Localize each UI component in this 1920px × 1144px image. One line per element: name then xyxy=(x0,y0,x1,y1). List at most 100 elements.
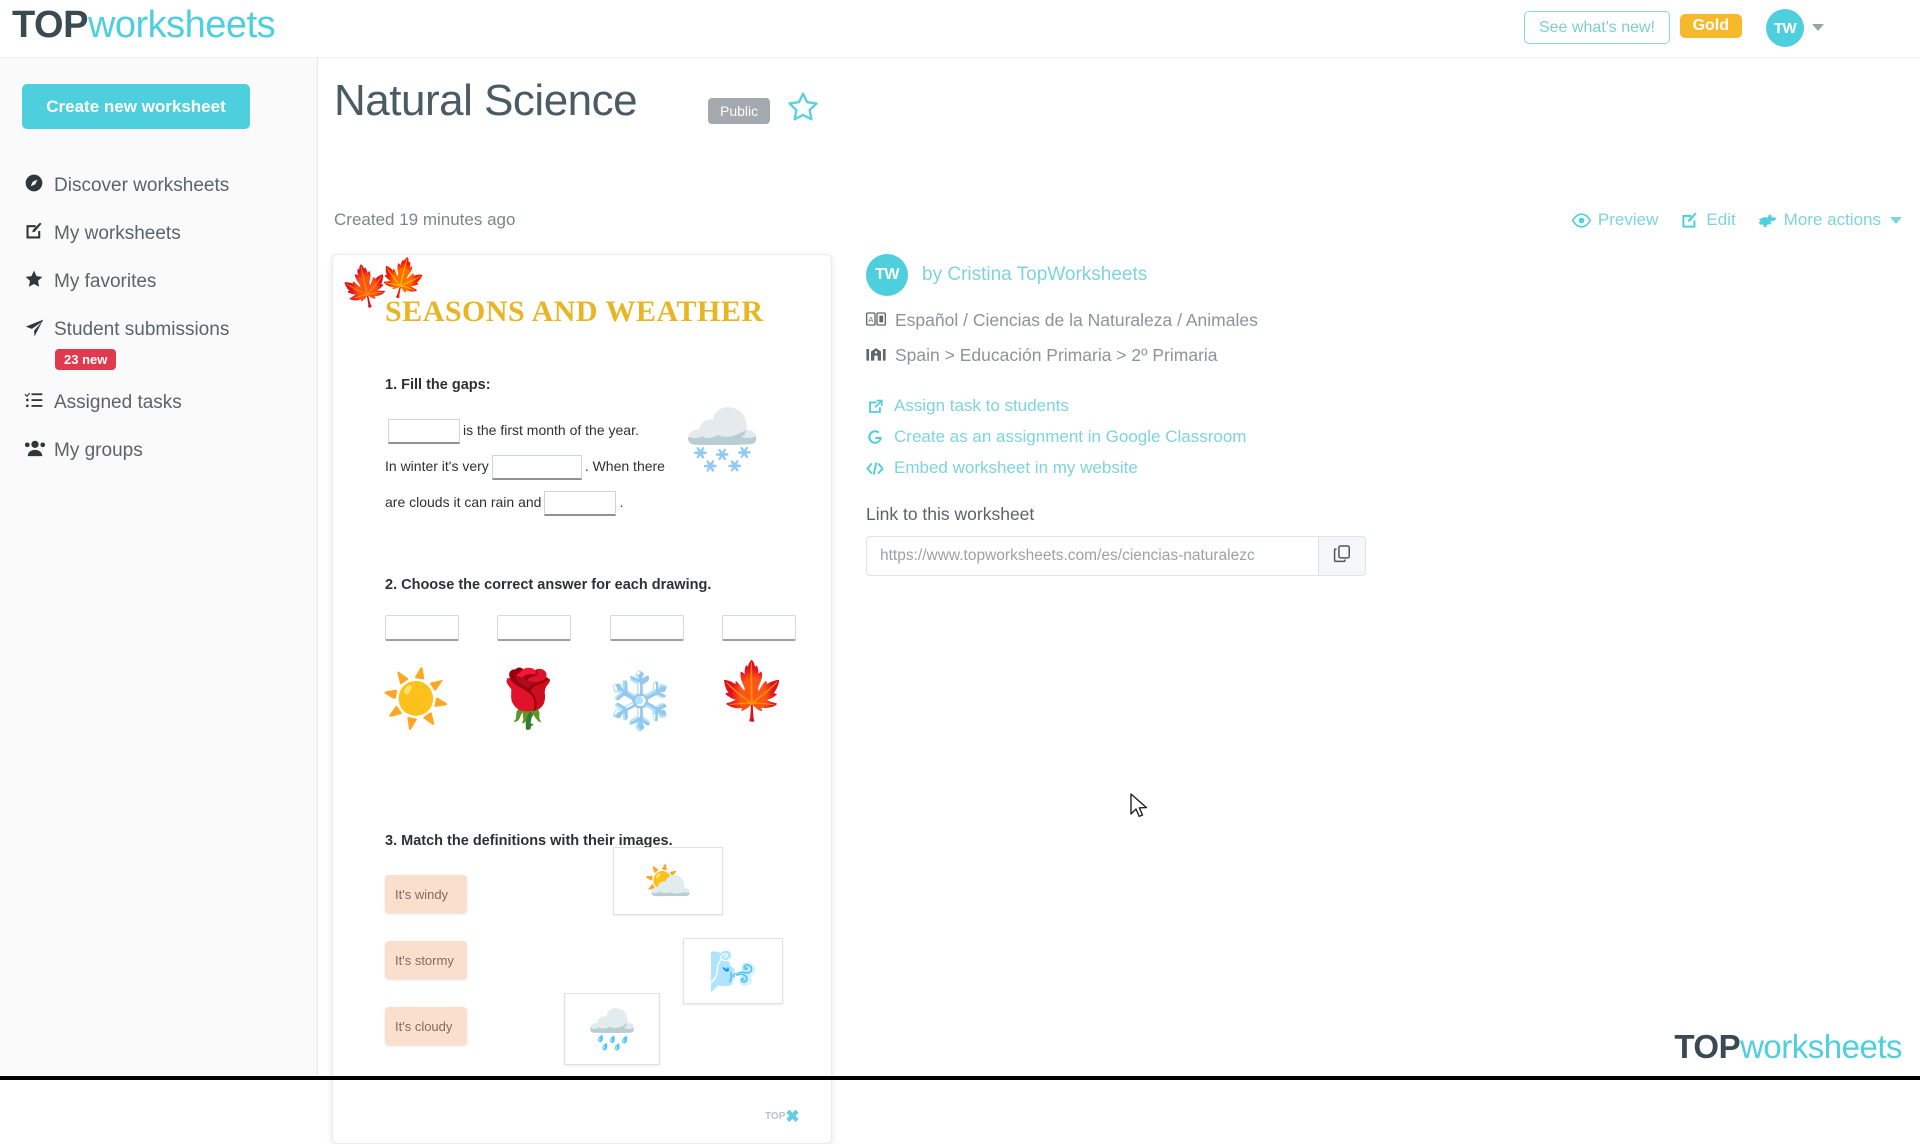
sidebar-nav: Discover worksheets My worksheets My fav… xyxy=(0,163,318,476)
fill-gap-input[interactable] xyxy=(544,491,616,516)
watermark-top-text: TOP xyxy=(1674,1028,1740,1065)
sidebar-item-assigned-tasks[interactable]: Assigned tasks xyxy=(0,380,318,428)
assign-task-label: Assign task to students xyxy=(894,396,1069,416)
create-new-worksheet-button[interactable]: Create new worksheet xyxy=(22,84,250,129)
assign-task-link[interactable]: Assign task to students xyxy=(866,396,1566,416)
school-building-icon xyxy=(866,346,886,366)
language-icon: A xyxy=(866,312,886,330)
embed-worksheet-label: Embed worksheet in my website xyxy=(894,458,1138,478)
author-name-link[interactable]: by Cristina TopWorksheets xyxy=(922,264,1147,286)
copy-link-button[interactable] xyxy=(1318,536,1366,576)
logo-top-text: TOP xyxy=(12,4,88,46)
page-title: Natural Science xyxy=(334,76,637,126)
worksheet-preview-card[interactable]: 🍁 🍁 SEASONS AND WEATHER 1. Fill the gaps… xyxy=(332,254,832,1144)
sidebar-item-my-favorites[interactable]: My favorites xyxy=(0,259,318,307)
sidebar-item-label: My worksheets xyxy=(54,221,181,247)
more-actions-chevron-down-icon[interactable] xyxy=(1890,217,1902,224)
bottom-screen-edge xyxy=(0,1076,1920,1080)
people-group-icon xyxy=(24,438,54,466)
more-actions-button[interactable]: More actions xyxy=(1758,210,1902,230)
edit-button[interactable]: Edit xyxy=(1680,210,1735,230)
worksheet-q1-heading: 1. Fill the gaps: xyxy=(385,377,491,393)
sidebar-item-my-worksheets[interactable]: My worksheets xyxy=(0,211,318,259)
top-header-bar: TOPworksheets See what's new! Gold TW xyxy=(0,0,1920,58)
edit-label: Edit xyxy=(1706,210,1735,230)
edit-square-icon xyxy=(24,221,54,249)
sidebar-item-label: Student submissions xyxy=(54,317,229,343)
external-link-icon xyxy=(866,398,884,415)
worksheet-footer-mark: TOP✖ xyxy=(765,1107,800,1127)
worksheet-q1-line2: In winter it's very . When there xyxy=(385,455,665,480)
wind-cloud-icon[interactable]: 🌬️ xyxy=(683,938,783,1004)
fill-gap-input[interactable] xyxy=(492,455,582,480)
meta-subject-text: Español / Ciencias de la Naturaleza / An… xyxy=(895,310,1258,331)
sidebar-item-label: My groups xyxy=(54,438,143,464)
worksheet-actions: Preview Edit More actions xyxy=(1572,210,1902,230)
gear-icon xyxy=(1758,211,1777,230)
meta-subject-row: A Español / Ciencias de la Naturaleza / … xyxy=(866,310,1566,331)
task-list-icon xyxy=(24,390,54,418)
sidebar-item-label: My favorites xyxy=(54,269,156,295)
google-classroom-link[interactable]: Create as an assignment in Google Classr… xyxy=(866,427,1566,447)
cloud-snow-icon: 🌨️ xyxy=(683,410,760,472)
worksheet-page: 🍁 🍁 SEASONS AND WEATHER 1. Fill the gaps… xyxy=(333,255,832,1144)
preview-button[interactable]: Preview xyxy=(1572,210,1658,230)
sidebar-item-discover-worksheets[interactable]: Discover worksheets xyxy=(0,163,318,211)
q1-line1-text: is the first month of the year. xyxy=(463,422,639,438)
star-filled-icon xyxy=(24,269,54,297)
sidebar: Create new worksheet Discover worksheets… xyxy=(0,58,318,1080)
paper-plane-icon xyxy=(24,317,54,346)
student-submissions-new-badge: 23 new xyxy=(55,349,116,370)
main-content: Natural Science Public Created 19 minute… xyxy=(318,58,1920,1080)
sidebar-item-label: Assigned tasks xyxy=(54,390,182,416)
definition-chip[interactable]: It's windy xyxy=(385,875,467,913)
worksheet-url-group xyxy=(866,536,1366,576)
meta-level-text: Spain > Educación Primaria > 2º Primaria xyxy=(895,345,1218,366)
sidebar-item-my-groups[interactable]: My groups xyxy=(0,428,318,476)
see-whats-new-button[interactable]: See what's new! xyxy=(1524,11,1670,44)
worksheet-info-panel: TW by Cristina TopWorksheets A Español /… xyxy=(866,254,1566,576)
eye-icon xyxy=(1572,213,1591,228)
more-actions-label: More actions xyxy=(1784,210,1881,230)
sun-icon: ☀️ xyxy=(381,671,451,727)
worksheet-footer-text: TOP xyxy=(765,1111,785,1122)
sidebar-item-student-submissions[interactable]: Student submissions 23 new xyxy=(0,307,318,380)
sun-behind-cloud-icon[interactable]: ⛅ xyxy=(613,847,723,915)
page-watermark-logo: TOPworksheets xyxy=(1674,1028,1902,1066)
answer-input[interactable] xyxy=(722,615,796,641)
embed-worksheet-link[interactable]: Embed worksheet in my website xyxy=(866,458,1566,478)
watermark-worksheets-text: worksheets xyxy=(1740,1028,1902,1065)
edit-square-icon xyxy=(1680,211,1699,230)
author-row: TW by Cristina TopWorksheets xyxy=(866,254,1566,296)
user-menu-chevron-down-icon[interactable] xyxy=(1812,24,1824,31)
fill-gap-input[interactable] xyxy=(388,419,460,444)
worksheet-title: SEASONS AND WEATHER xyxy=(385,295,764,329)
worksheet-url-input[interactable] xyxy=(866,536,1318,576)
sidebar-item-label: Discover worksheets xyxy=(54,173,229,199)
q1-line2-post: . When there xyxy=(585,458,665,474)
logo-worksheets-text: worksheets xyxy=(88,4,275,46)
link-to-worksheet-label: Link to this worksheet xyxy=(866,504,1566,525)
author-avatar: TW xyxy=(866,254,908,296)
q1-line2-pre: In winter it's very xyxy=(385,458,489,474)
code-tags-icon xyxy=(866,461,884,476)
svg-text:A: A xyxy=(868,314,873,323)
copy-icon xyxy=(1333,544,1352,568)
app-logo[interactable]: TOPworksheets xyxy=(12,4,275,47)
favorite-star-icon[interactable] xyxy=(786,90,820,124)
answer-input[interactable] xyxy=(385,615,459,641)
definition-chip[interactable]: It's cloudy xyxy=(385,1007,467,1045)
answer-input[interactable] xyxy=(497,615,571,641)
definition-chip[interactable]: It's stormy xyxy=(385,941,467,979)
worksheet-q1-line1: is the first month of the year. xyxy=(385,419,639,444)
visibility-badge[interactable]: Public xyxy=(708,98,770,124)
preview-label: Preview xyxy=(1598,210,1658,230)
created-timestamp: Created 19 minutes ago xyxy=(334,210,515,230)
rain-cloud-icon[interactable]: 🌧️ xyxy=(564,993,660,1065)
q1-line3-pre: are clouds it can rain and xyxy=(385,494,541,510)
q1-line3-post: . xyxy=(619,494,623,510)
gold-plan-badge[interactable]: Gold xyxy=(1680,14,1742,38)
rose-icon: 🌹 xyxy=(493,671,563,727)
answer-input[interactable] xyxy=(610,615,684,641)
user-avatar[interactable]: TW xyxy=(1766,9,1804,47)
